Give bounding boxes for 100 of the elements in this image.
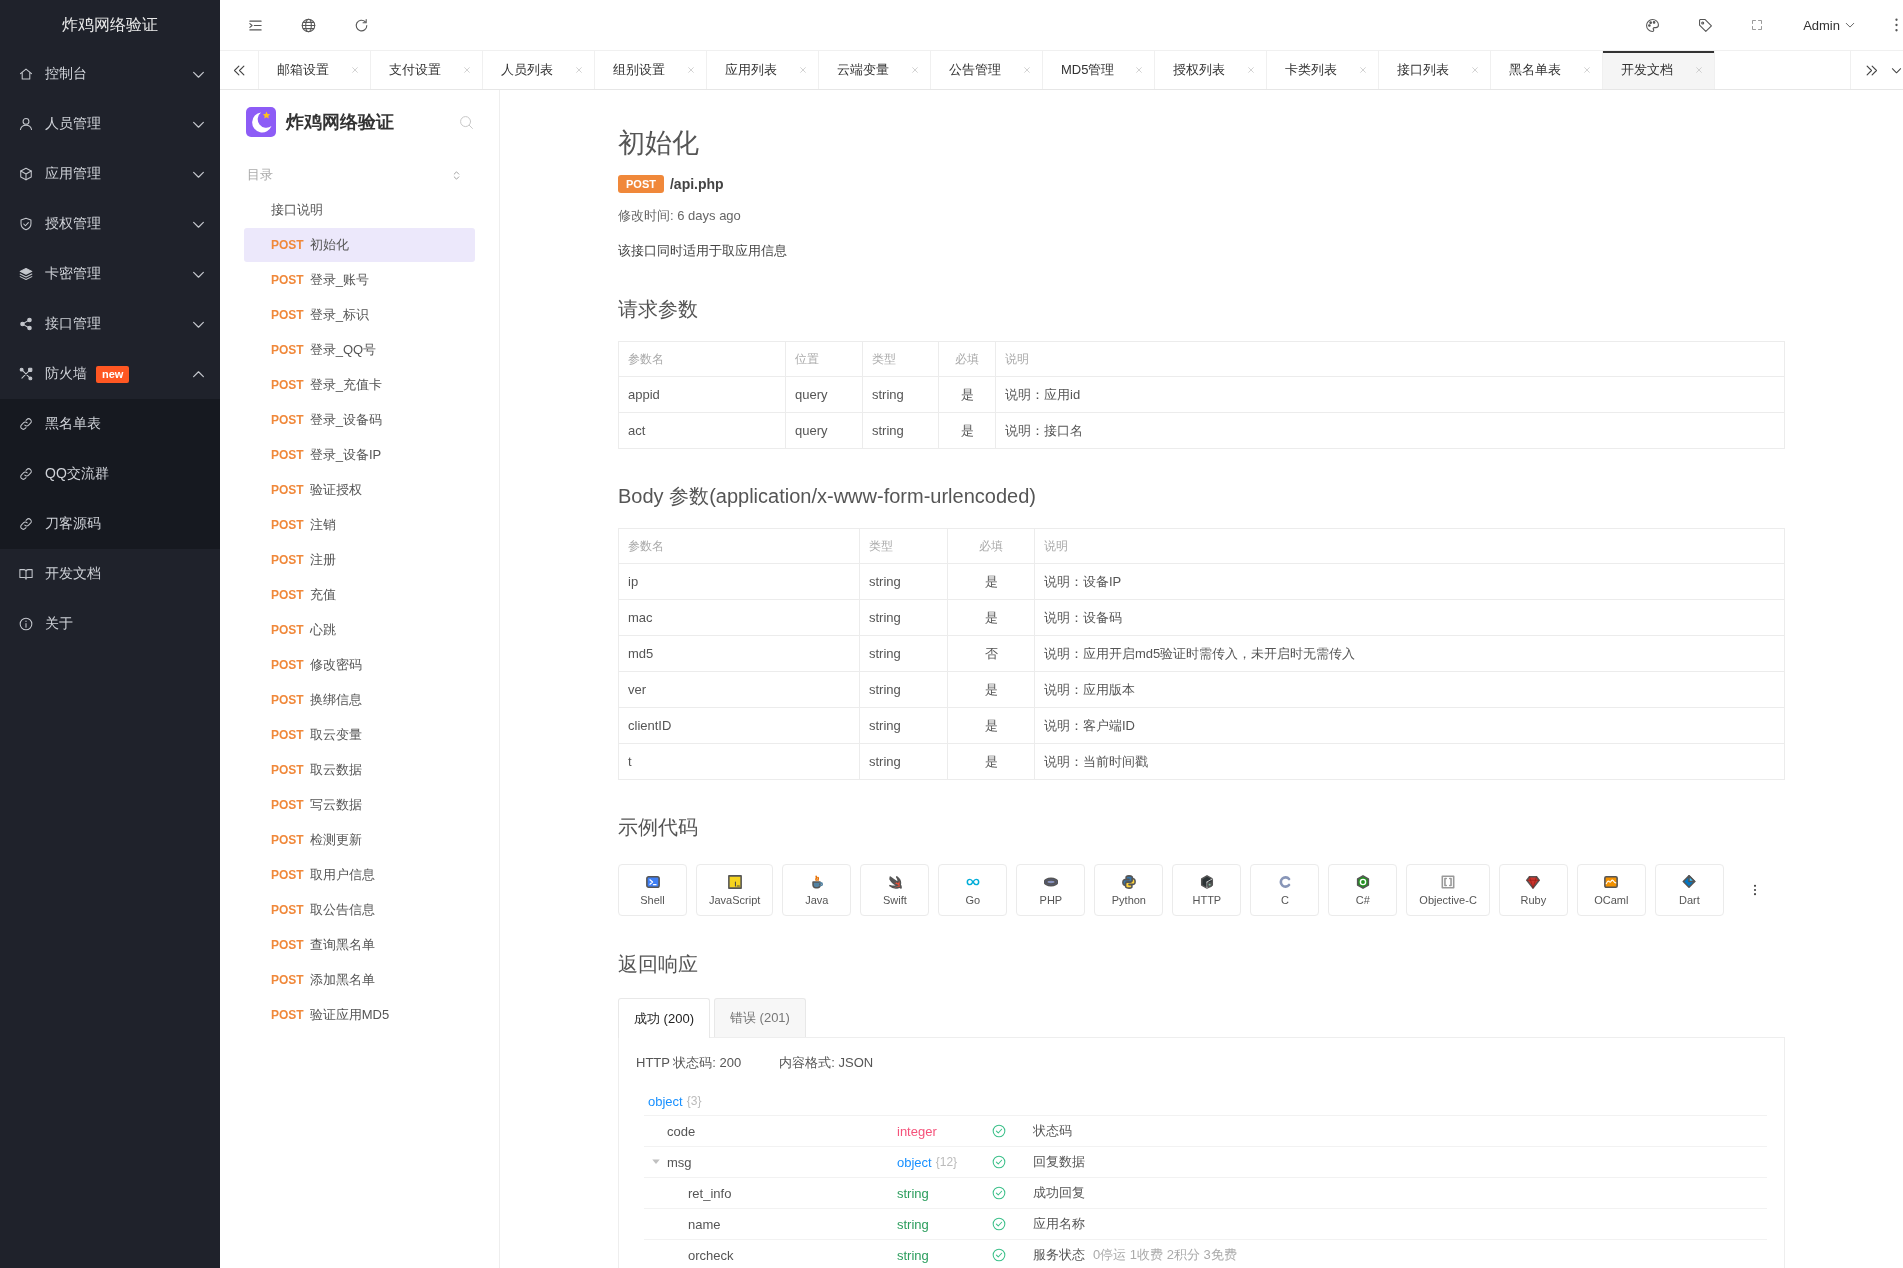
close-icon[interactable] [1135, 66, 1143, 74]
close-icon[interactable] [1359, 66, 1367, 74]
nav-item[interactable]: POST 充值 [244, 578, 475, 612]
table-cell: 说明：应用版本 [1044, 681, 1135, 697]
nav-item[interactable]: POST 登录_设备IP [244, 438, 475, 472]
tab[interactable]: 支付设置 [371, 51, 483, 89]
language-button[interactable]: C# [1328, 864, 1398, 916]
language-button[interactable]: PHP [1016, 864, 1086, 916]
close-icon[interactable] [911, 66, 919, 74]
table-cell: 说明：客户端ID [1044, 717, 1135, 733]
expand-collapse-icon[interactable] [451, 169, 462, 181]
tab[interactable]: 公告管理 [931, 51, 1043, 89]
close-icon[interactable] [1471, 66, 1479, 74]
nav-item[interactable]: POST 登录_标识 [244, 298, 475, 332]
nav-item[interactable]: POST 取云变量 [244, 718, 475, 752]
tag-icon[interactable] [1698, 17, 1714, 33]
tab[interactable]: MD5管理 [1043, 51, 1155, 89]
tab[interactable]: 授权列表 [1155, 51, 1267, 89]
table-cell: clientID [628, 718, 672, 733]
close-icon[interactable] [1023, 66, 1031, 74]
nav-item[interactable]: POST 登录_账号 [244, 263, 475, 297]
menu-item[interactable]: 接口管理 [0, 299, 220, 349]
menu-item[interactable]: 卡密管理 [0, 249, 220, 299]
language-button[interactable]: OCaml [1576, 864, 1646, 916]
menu-item[interactable]: 开发文档 [0, 549, 220, 599]
tab[interactable]: 卡类列表 [1267, 51, 1379, 89]
tab[interactable]: 云端变量 [819, 51, 931, 89]
close-icon[interactable] [351, 66, 359, 74]
nav-item[interactable]: POST 取用户信息 [244, 858, 475, 892]
language-button[interactable]: C [1250, 864, 1320, 916]
refresh-icon[interactable] [354, 17, 369, 33]
method-tag: POST [271, 938, 304, 952]
nav-item[interactable]: POST 换绑信息 [244, 683, 475, 717]
menu-fold-icon[interactable] [248, 17, 263, 33]
nav-item[interactable]: POST 初始化 [244, 228, 475, 262]
menu-item[interactable]: 授权管理 [0, 199, 220, 249]
fullscreen-icon[interactable] [1751, 19, 1764, 31]
tab[interactable]: 邮箱设置 [259, 51, 371, 89]
nav-item[interactable]: POST 登录_设备码 [244, 403, 475, 437]
nav-item[interactable]: POST 验证应用MD5 [244, 998, 475, 1032]
close-icon[interactable] [687, 66, 695, 74]
cube-icon [19, 167, 33, 181]
table-cell: 是 [984, 681, 998, 697]
page-title: 初始化 [618, 127, 699, 160]
close-icon[interactable] [1695, 66, 1703, 74]
language-button[interactable]: Python [1094, 864, 1164, 916]
close-icon[interactable] [799, 66, 807, 74]
language-button[interactable]: JavaScript [696, 864, 774, 916]
globe-icon[interactable] [301, 17, 316, 33]
language-button[interactable]: Dart [1654, 864, 1724, 916]
menu-item[interactable]: 控制台 [0, 49, 220, 99]
language-button[interactable]: Swift [860, 864, 930, 916]
close-icon[interactable] [1583, 66, 1591, 74]
close-icon[interactable] [463, 66, 471, 74]
tab[interactable]: 接口列表 [1379, 51, 1491, 89]
nav-item[interactable]: POST 取公告信息 [244, 893, 475, 927]
close-icon[interactable] [575, 66, 583, 74]
nav-item[interactable]: 接口说明 [244, 193, 475, 227]
language-button[interactable]: Objective-C [1406, 864, 1490, 916]
method-tag: POST [271, 1008, 304, 1022]
nav-item[interactable]: POST 添加黑名单 [244, 963, 475, 997]
nav-item[interactable]: POST 验证授权 [244, 473, 475, 507]
method-tag: POST [271, 553, 304, 567]
response-tab[interactable]: 错误 (201) [713, 998, 806, 1037]
nav-item[interactable]: POST 查询黑名单 [244, 928, 475, 962]
field-type: object [897, 1154, 932, 1170]
tab[interactable]: 组别设置 [595, 51, 707, 89]
nav-item[interactable]: POST 注册 [244, 543, 475, 577]
user-menu[interactable]: Admin [1803, 17, 1855, 33]
submenu-item[interactable]: QQ交流群 [0, 449, 220, 499]
method-tag: POST [271, 448, 304, 462]
language-button[interactable]: Java [782, 864, 852, 916]
language-button[interactable]: Shell [618, 864, 687, 916]
language-button[interactable]: Go [938, 864, 1008, 916]
tab[interactable]: 应用列表 [707, 51, 819, 89]
response-tab[interactable]: 成功 (200) [618, 998, 710, 1038]
tab[interactable]: 开发文档 [1603, 51, 1715, 89]
nav-item[interactable]: POST 心跳 [244, 613, 475, 647]
palette-icon[interactable] [1645, 17, 1661, 33]
nav-item[interactable]: POST 登录_QQ号 [244, 333, 475, 367]
language-button[interactable]: Ruby [1498, 864, 1568, 916]
menu-item[interactable]: 应用管理 [0, 149, 220, 199]
nav-item[interactable]: POST 检测更新 [244, 823, 475, 857]
nav-item[interactable]: POST 写云数据 [244, 788, 475, 822]
tab[interactable]: 人员列表 [483, 51, 595, 89]
more-vertical-icon[interactable] [1895, 18, 1898, 32]
nav-item[interactable]: POST 登录_充值卡 [244, 368, 475, 402]
submenu-item[interactable]: 刀客源码 [0, 499, 220, 549]
nav-item[interactable]: POST 注销 [244, 508, 475, 542]
menu-item[interactable]: 关于 [0, 599, 220, 649]
language-button[interactable]: HTTP [1172, 864, 1242, 916]
more-vertical-icon[interactable] [1752, 884, 1757, 896]
table-cell: string [869, 574, 901, 589]
search-icon[interactable] [459, 114, 474, 130]
nav-item[interactable]: POST 修改密码 [244, 648, 475, 682]
submenu-item[interactable]: 黑名单表 [0, 399, 220, 449]
close-icon[interactable] [1247, 66, 1255, 74]
menu-item[interactable]: 防火墙 new [0, 349, 220, 399]
nav-item[interactable]: POST 取云数据 [244, 753, 475, 787]
menu-item[interactable]: 人员管理 [0, 99, 220, 149]
